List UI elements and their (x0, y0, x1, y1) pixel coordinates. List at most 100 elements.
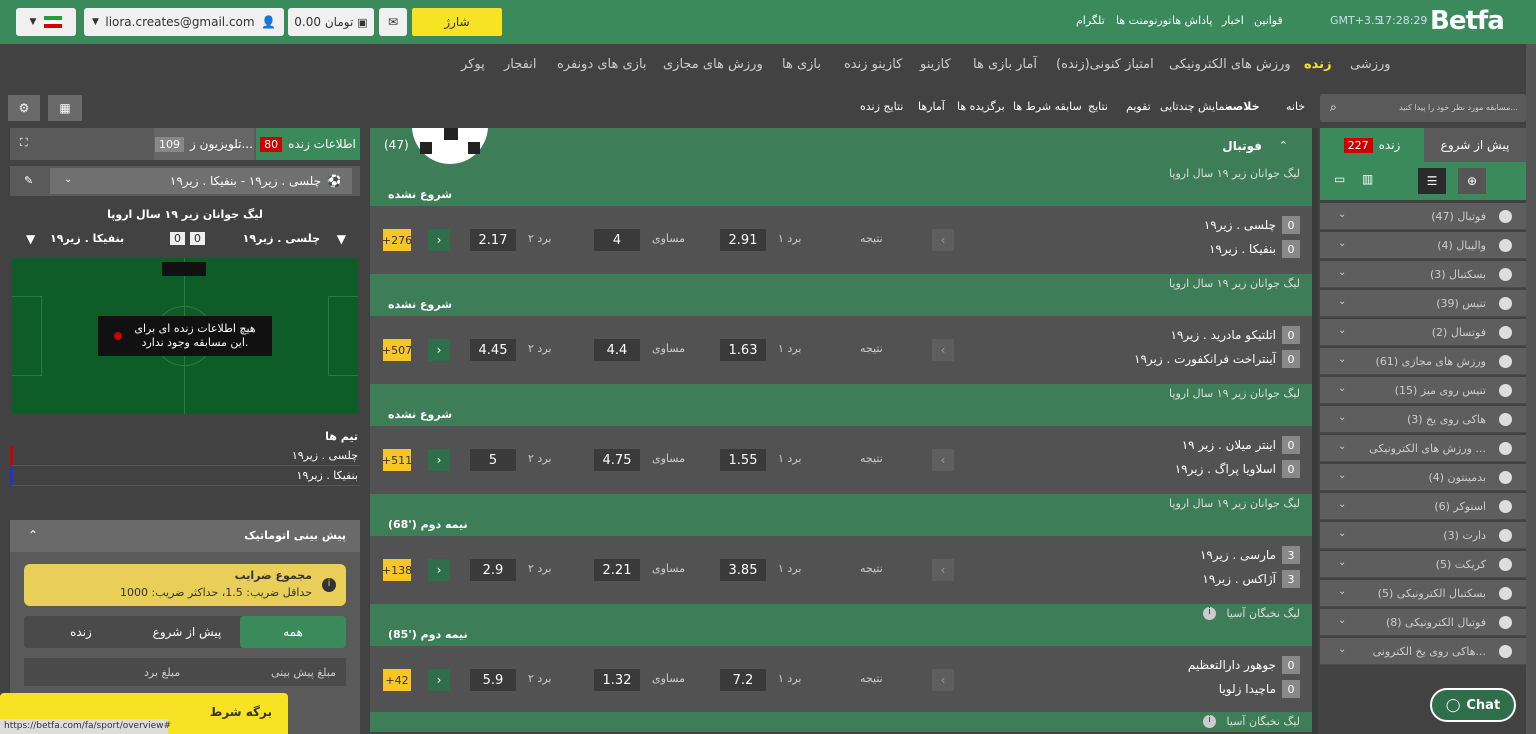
chevron-left-icon[interactable]: ‹ (932, 449, 954, 471)
odds-win2[interactable]: 2.9 (470, 559, 516, 581)
match-row[interactable]: 0 0 جوهور دارالتعظیم ماچیدا زلویا ‹ نتیج… (370, 646, 1312, 716)
sport-item-futsal[interactable]: ⌄ فوتسال (2) (1320, 319, 1526, 346)
chevron-left-icon[interactable]: ‹ (932, 339, 954, 361)
crumb-stats[interactable]: آمارها (918, 100, 945, 113)
tab-live[interactable]: 227 زنده (1320, 128, 1424, 162)
chat-button[interactable]: ◯ Chat (1430, 688, 1516, 722)
sport-item-darts[interactable]: ⌄ دارت (3) (1320, 522, 1526, 549)
sport-item-ebasketball[interactable]: ⌄ بسکتبال الکترونیکی (5) (1320, 580, 1526, 607)
team-home[interactable]: مارسی . زیر۱۹ (1200, 548, 1276, 562)
more-markets-badge[interactable]: +276 (382, 229, 412, 251)
main-scrollbar[interactable] (1312, 128, 1318, 734)
match-row[interactable]: 0 0 اینتر میلان . زیر ۱۹ اسلاویا پراگ . … (370, 426, 1312, 496)
crumb-home[interactable]: خانه (1286, 100, 1305, 113)
sport-item-virtual[interactable]: ⌄ ورزش های مجازی (61) (1320, 348, 1526, 375)
nav-casino[interactable]: کازینو (920, 57, 951, 72)
odds-draw[interactable]: 4 (594, 229, 640, 251)
sport-item-table-tennis[interactable]: ⌄ تنیس روی میز (15) (1320, 377, 1526, 404)
tab-prematch[interactable]: پیش از شروع (1424, 128, 1526, 162)
crumb-bet-history[interactable]: سابقه شرط ها (1013, 100, 1082, 113)
more-markets-badge[interactable]: +138 (382, 559, 412, 581)
odds-draw[interactable]: 1.32 (594, 669, 640, 691)
odds-win2[interactable]: 2.17 (470, 229, 516, 251)
expand-icon[interactable]: ⛶ (20, 136, 28, 150)
sport-item-esports[interactable]: ⌄ ورزش های الکترونیکی ... (1320, 435, 1526, 462)
filter-prematch[interactable]: پیش از شروع (134, 616, 240, 648)
account-menu[interactable]: ▼ liora.creates@gmail.com 👤 (84, 8, 284, 36)
team-away[interactable]: آژاکس . زیر۱۹ (1202, 572, 1276, 586)
odds-win2[interactable]: 5 (470, 449, 516, 471)
crumb-live-results[interactable]: نتایج زنده (860, 100, 903, 113)
filter-all[interactable]: همه (240, 616, 346, 648)
chevron-right-icon[interactable]: › (428, 449, 450, 471)
charge-button[interactable]: شارژ (412, 8, 502, 36)
sport-header[interactable]: ⌃ فوتبال (47) (370, 128, 1312, 164)
search-box[interactable]: ⌕ مسابقه مورد نظر خود را پیدا کنید... (1320, 94, 1526, 122)
odds-draw[interactable]: 4.4 (594, 339, 640, 361)
more-markets-badge[interactable]: +42 (383, 669, 411, 691)
match-row[interactable]: 3 3 مارسی . زیر۱۹ آژاکس . زیر۱۹ ‹ نتیجه … (370, 536, 1312, 606)
tab-live-info[interactable]: 80 اطلاعات زنده (256, 128, 360, 160)
sport-item-cricket[interactable]: ⌄ کریکت (5) (1320, 551, 1526, 578)
nav-pvp-games[interactable]: بازی های دونفره (557, 57, 647, 72)
rules-link[interactable]: قوانین (1254, 14, 1283, 27)
pin-icon[interactable]: ✎ (24, 174, 33, 187)
nav-virtual-sports[interactable]: ورزش های مجازی (663, 57, 763, 72)
balance-button[interactable]: 0.00 تومان ▣ (288, 8, 374, 36)
nav-games[interactable]: بازی ها (782, 57, 821, 72)
sport-item-badminton[interactable]: ⌄ بدمینتون (4) (1320, 464, 1526, 491)
more-markets-badge[interactable]: +511 (382, 449, 412, 471)
sport-item-ice-hockey[interactable]: ⌄ هاکی روی یخ (3) (1320, 406, 1526, 433)
tv-icon[interactable]: ▭ (1334, 172, 1345, 186)
chevron-right-icon[interactable]: › (428, 559, 450, 581)
nav-live[interactable]: زنده (1304, 57, 1332, 72)
auto-predict-header[interactable]: پیش بینی اتوماتیک ⌃ (10, 520, 360, 552)
odds-draw[interactable]: 2.21 (594, 559, 640, 581)
odds-win2[interactable]: 5.9 (470, 669, 516, 691)
filter-live[interactable]: زنده (28, 616, 134, 648)
sport-item-eicehockey[interactable]: ⌄ هاکی روی یخ الکترونی... (1320, 638, 1526, 665)
nav-crash[interactable]: انفجار (504, 57, 536, 72)
crumb-calendar[interactable]: تقویم (1126, 100, 1151, 113)
odds-draw[interactable]: 4.75 (594, 449, 640, 471)
team-home[interactable]: چلسی . زیر۱۹ (1204, 218, 1276, 232)
sport-item-football[interactable]: ⌄ فوتبال (47) (1320, 203, 1526, 230)
nav-esports[interactable]: ورزش های الکترونیکی (1169, 57, 1291, 72)
team-away[interactable]: ماچیدا زلویا (1219, 682, 1276, 696)
match-row[interactable]: 0 0 اتلتیکو مادرید . زیر۱۹ آینتراخت فران… (370, 316, 1312, 386)
sport-item-snooker[interactable]: ⌄ اسنوکر (6) (1320, 493, 1526, 520)
chevron-left-icon[interactable]: ‹ (932, 559, 954, 581)
team-home[interactable]: اتلتیکو مادرید . زیر۱۹ (1171, 328, 1276, 342)
sport-item-basketball[interactable]: ⌄ بسکتبال (3) (1320, 261, 1526, 288)
chevron-left-icon[interactable]: ‹ (932, 229, 954, 251)
odds-win1[interactable]: 7.2 (720, 669, 766, 691)
news-link[interactable]: اخبار (1222, 14, 1244, 27)
nav-game-stats[interactable]: آمار بازی ها (973, 57, 1037, 72)
language-select[interactable]: ▼ (16, 8, 76, 36)
calculator-button[interactable]: ▦ (48, 95, 82, 121)
tab-live-tv[interactable]: 109 تلویزیون ز... (154, 128, 254, 160)
crumb-summary[interactable]: خلاصه (1226, 100, 1260, 113)
page-scrollbar[interactable] (1526, 44, 1536, 734)
crumb-favorites[interactable]: برگزیده ها (957, 100, 1005, 113)
team-away[interactable]: آینتراخت فرانکفورت . زیر۱۹ (1134, 352, 1276, 366)
logo[interactable]: Betfa (1430, 6, 1505, 36)
settings-button[interactable]: ⚙ (8, 95, 40, 121)
odds-win1[interactable]: 1.63 (720, 339, 766, 361)
messages-button[interactable]: ✉ (379, 8, 407, 36)
crumb-results[interactable]: نتایج (1088, 100, 1108, 113)
team-home[interactable]: جوهور دارالتعظیم (1188, 658, 1276, 672)
odds-win1[interactable]: 2.91 (720, 229, 766, 251)
search-input[interactable]: مسابقه مورد نظر خود را پیدا کنید... (1399, 103, 1518, 112)
sport-item-efootball[interactable]: ⌄ فوتبال الکترونیکی (8) (1320, 609, 1526, 636)
match-row[interactable]: 0 0 چلسی . زیر۱۹ بنفیکا . زیر۱۹ ‹ نتیجه … (370, 206, 1312, 276)
chevron-right-icon[interactable]: › (428, 339, 450, 361)
team-home[interactable]: اینتر میلان . زیر ۱۹ (1182, 438, 1276, 452)
telegram-link[interactable]: تلگرام (1076, 14, 1105, 27)
more-markets-badge[interactable]: +507 (382, 339, 412, 361)
odds-win2[interactable]: 4.45 (470, 339, 516, 361)
team-away[interactable]: اسلاویا پراگ . زیر۱۹ (1175, 462, 1276, 476)
match-select[interactable]: ⌄ چلسی . زیر۱۹ - بنفیکا . زیر۱۹ ⚽ (50, 168, 352, 194)
tournaments-link[interactable]: تورنومنت ها (1116, 14, 1171, 27)
nav-livescore[interactable]: امتیاز کنونی(زنده) (1056, 57, 1154, 72)
